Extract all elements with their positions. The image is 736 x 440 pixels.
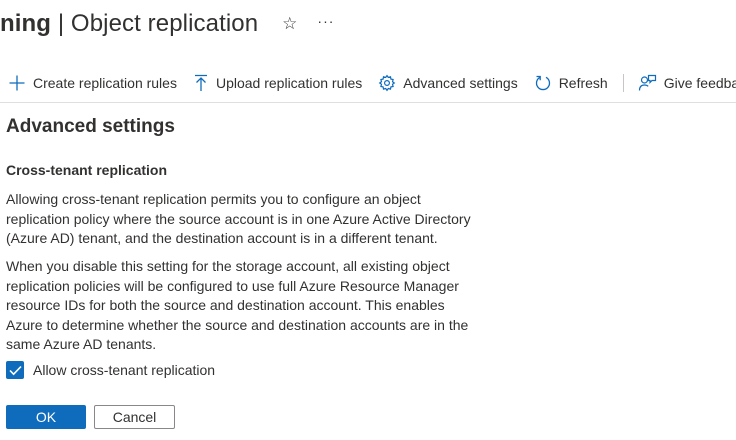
checkbox-box[interactable] [6, 361, 24, 379]
refresh-label: Refresh [558, 75, 608, 91]
give-feedback-label: Give feedback [663, 75, 736, 91]
ok-button[interactable]: OK [6, 405, 86, 429]
checkbox-label: Allow cross-tenant replication [33, 362, 216, 378]
page-title-resource: ning [0, 10, 52, 37]
star-icon[interactable]: ☆ [282, 14, 297, 34]
upload-icon [194, 74, 207, 91]
panel-title: Advanced settings [6, 116, 175, 137]
advanced-settings-button[interactable]: Advanced settings [378, 74, 518, 92]
description-paragraph-1: Allowing cross-tenant replication permit… [6, 191, 471, 246]
cross-tenant-checkbox[interactable]: Allow cross-tenant replication [6, 361, 215, 379]
plus-icon [9, 75, 25, 91]
upload-replication-rules-label: Upload replication rules [215, 75, 363, 91]
cancel-button[interactable]: Cancel [94, 405, 175, 429]
advanced-settings-label: Advanced settings [403, 75, 518, 91]
gear-icon [378, 74, 396, 92]
ellipsis-icon[interactable]: ··· [317, 13, 334, 29]
refresh-icon [535, 75, 550, 91]
give-feedback-button[interactable]: Give feedback [638, 74, 736, 92]
feedback-icon [638, 74, 656, 91]
page-title: ning | Object replication [0, 10, 258, 38]
upload-replication-rules-button[interactable]: Upload replication rules [193, 74, 362, 92]
checkmark-icon [8, 365, 22, 375]
page-header: ning | Object replication ☆ ··· [0, 6, 334, 42]
toolbar-divider-line [0, 102, 736, 103]
refresh-button[interactable]: Refresh [534, 74, 608, 92]
create-replication-rules-button[interactable]: Create replication rules [8, 74, 177, 92]
page-title-blade: | Object replication [51, 10, 259, 37]
description-paragraph-2: When you disable this setting for the st… [6, 258, 469, 352]
section-title: Cross-tenant replication [6, 162, 168, 178]
create-replication-rules-label: Create replication rules [33, 75, 177, 91]
command-bar: Create replication rules Upload replicat… [8, 70, 736, 96]
toolbar-divider [622, 74, 624, 92]
